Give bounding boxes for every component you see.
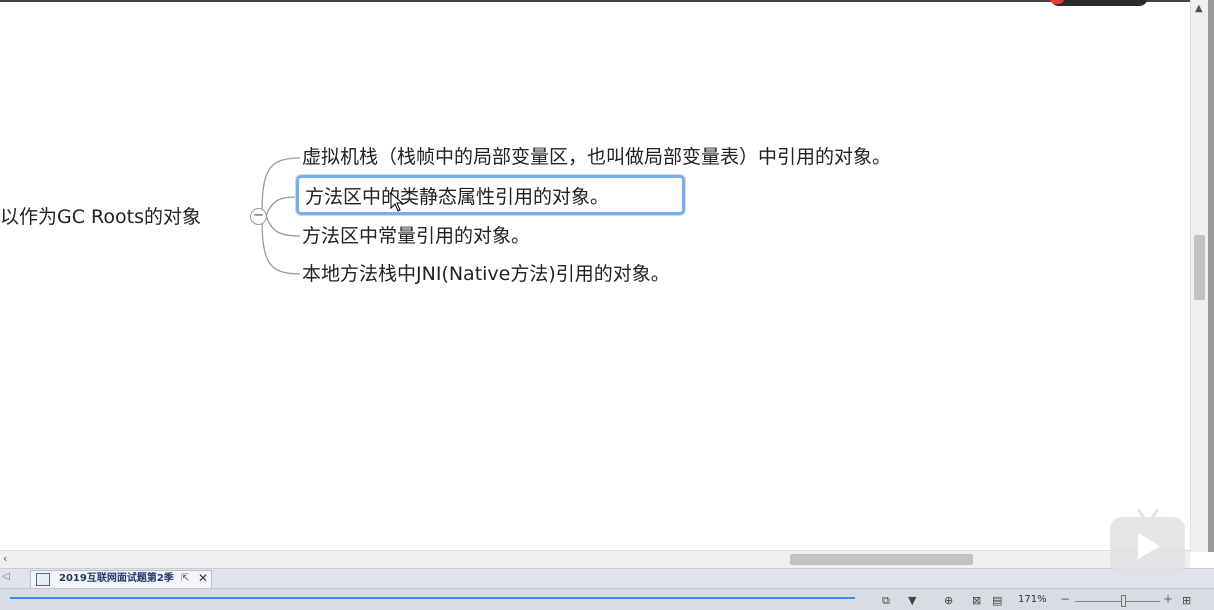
document-tab-label: 2019互联网面试题第2季 <box>59 573 174 584</box>
zoom-slider[interactable] <box>1075 601 1160 602</box>
zoom-out-icon[interactable]: − <box>1060 592 1070 606</box>
pop-out-icon[interactable]: ⇱ <box>181 571 189 587</box>
fit-window-icon[interactable]: ⊞ <box>1182 594 1191 607</box>
view-icon[interactable]: ⊠ <box>972 594 981 607</box>
branch-topic-2-selected[interactable]: 方法区中的类静态属性引用的对象。 <box>295 174 686 216</box>
vertical-scrollbar[interactable]: ▲ <box>1190 0 1208 552</box>
zoom-slider-knob[interactable] <box>1121 595 1126 607</box>
tv-antenna-icon <box>1136 509 1160 519</box>
filter-icon[interactable]: ▼ <box>908 594 916 607</box>
page-icon[interactable]: ▤ <box>992 594 1002 607</box>
document-icon <box>36 573 50 586</box>
scroll-up-icon[interactable]: ▲ <box>1195 3 1203 14</box>
zoom-in-icon[interactable]: + <box>1163 592 1173 606</box>
branch-topic-3[interactable]: 方法区中常量引用的对象。 <box>302 222 530 250</box>
horizontal-scroll-thumb[interactable] <box>790 554 973 565</box>
branch-topic-1[interactable]: 虚拟机栈（栈帧中的局部变量区，也叫做局部变量表）中引用的对象。 <box>302 143 891 171</box>
collapse-toggle-button[interactable]: − <box>250 208 267 225</box>
document-tab-bar: ◁ 2019互联网面试题第2季 ⇱ ✕ <box>0 568 1214 588</box>
status-bar: ⧉ ▼ ⊕ ⊠ ▤ 171% − + ⊞ <box>0 588 1214 610</box>
tab-nav-left-icon[interactable]: ◁ <box>2 571 10 582</box>
add-topic-icon[interactable]: ⊕ <box>944 594 953 607</box>
branch-topic-4[interactable]: 本地方法栈中JNI(Native方法)引用的对象。 <box>302 260 670 288</box>
vertical-scroll-thumb[interactable] <box>1194 235 1205 300</box>
page-setup-icon[interactable]: ⧉ <box>882 594 890 608</box>
document-tab[interactable]: 2019互联网面试题第2季 ⇱ ✕ <box>30 570 212 588</box>
mouse-cursor-icon <box>390 192 404 212</box>
scroll-left-icon[interactable]: ‹ <box>3 552 7 565</box>
play-icon[interactable] <box>1138 533 1160 559</box>
close-tab-icon[interactable]: ✕ <box>198 570 208 586</box>
zoom-level: 171% <box>1018 594 1047 605</box>
video-progress-bar[interactable] <box>10 597 855 599</box>
horizontal-scrollbar[interactable]: ‹ <box>0 550 1190 568</box>
root-topic[interactable]: 以作为GC Roots的对象 <box>0 202 201 229</box>
right-panel-edge <box>1208 0 1214 552</box>
video-play-overlay[interactable] <box>1110 509 1185 575</box>
mindmap-canvas[interactable]: 以作为GC Roots的对象 − 虚拟机栈（栈帧中的局部变量区，也叫做局部变量表… <box>0 0 1190 550</box>
